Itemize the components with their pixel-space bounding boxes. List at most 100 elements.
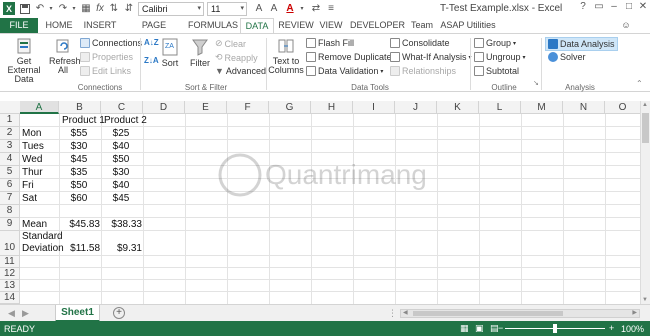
- sort-az-button[interactable]: A↓Z: [144, 38, 159, 47]
- undo-icon[interactable]: ↶: [34, 2, 46, 15]
- sheet-next-icon[interactable]: ▶: [22, 308, 29, 319]
- scroll-up-icon[interactable]: ▲: [642, 102, 648, 108]
- column-header-j[interactable]: J: [395, 101, 437, 114]
- help-icon[interactable]: ?: [576, 1, 590, 15]
- cell-c10[interactable]: $9.31: [101, 243, 142, 254]
- minimize-icon[interactable]: –: [607, 1, 621, 15]
- vertical-scroll-thumb[interactable]: [642, 113, 649, 143]
- redo-dropdown-icon[interactable]: ▾: [70, 2, 78, 15]
- column-header-i[interactable]: I: [353, 101, 395, 114]
- column-header-m[interactable]: M: [521, 101, 563, 114]
- tab-team[interactable]: Team: [408, 18, 436, 33]
- row-header[interactable]: 7: [0, 192, 20, 205]
- properties-button[interactable]: Properties: [80, 52, 133, 62]
- sort-button[interactable]: ZA Sort: [159, 37, 181, 68]
- tab-insert[interactable]: INSERT: [80, 18, 120, 33]
- column-header-k[interactable]: K: [437, 101, 479, 114]
- maximize-icon[interactable]: □: [622, 1, 636, 15]
- cell-c5[interactable]: $30: [101, 167, 141, 178]
- what-if-analysis-button[interactable]: What-If Analysis▾: [390, 52, 472, 62]
- solver-button[interactable]: Solver: [548, 52, 586, 62]
- scroll-right-icon[interactable]: ▶: [632, 309, 637, 316]
- tab-asap-utilities[interactable]: ASAP Utilities: [440, 18, 496, 33]
- row-header[interactable]: 1: [0, 114, 20, 127]
- cell-c2[interactable]: $25: [101, 128, 141, 139]
- flash-fill-button[interactable]: Flash Fill: [306, 38, 354, 48]
- grow-font-icon[interactable]: A: [253, 2, 265, 15]
- column-header-g[interactable]: G: [269, 101, 311, 114]
- cell-b4[interactable]: $45: [59, 154, 99, 165]
- row-header[interactable]: 10: [0, 231, 20, 256]
- cell-a5[interactable]: Thur: [22, 167, 43, 178]
- row-header[interactable]: 8: [0, 205, 20, 218]
- font-color-dropdown-icon[interactable]: ▾: [298, 2, 306, 15]
- column-header-c[interactable]: C: [101, 101, 143, 114]
- relationships-button[interactable]: Relationships: [390, 66, 456, 76]
- zoom-level[interactable]: 100%: [621, 324, 644, 334]
- column-header-n[interactable]: N: [563, 101, 605, 114]
- row-header[interactable]: 2: [0, 127, 20, 140]
- cell-a6[interactable]: Fri: [22, 180, 34, 191]
- cell-b7[interactable]: $60: [59, 193, 99, 204]
- page-layout-view-icon[interactable]: ▣: [475, 323, 484, 334]
- row-header[interactable]: 12: [0, 268, 20, 280]
- cell-a10[interactable]: Standard Deviation: [22, 231, 64, 255]
- add-sheet-icon[interactable]: +: [113, 307, 125, 319]
- shrink-font-icon[interactable]: A: [268, 2, 280, 15]
- column-header-d[interactable]: D: [143, 101, 185, 114]
- cell-c6[interactable]: $40: [101, 180, 141, 191]
- tab-review[interactable]: REVIEW: [278, 18, 314, 33]
- cell-b1[interactable]: Product 1: [62, 115, 105, 126]
- cell-b9[interactable]: $45.83: [59, 219, 100, 230]
- group-button[interactable]: Group ▾: [474, 38, 516, 48]
- undo-dropdown-icon[interactable]: ▾: [47, 2, 55, 15]
- tab-split-icon[interactable]: ⋮: [388, 308, 397, 319]
- column-header-e[interactable]: E: [185, 101, 227, 114]
- tab-home[interactable]: HOME: [42, 18, 76, 33]
- cell-c1[interactable]: Product 2: [104, 115, 147, 126]
- font-size-combo[interactable]: 11 ▾: [207, 2, 247, 16]
- cell-b2[interactable]: $55: [59, 128, 99, 139]
- zoom-slider-thumb[interactable]: [553, 324, 557, 333]
- font-color-icon[interactable]: A: [284, 2, 296, 15]
- cell-b6[interactable]: $50: [59, 180, 99, 191]
- tab-data[interactable]: DATA: [240, 18, 274, 33]
- row-header[interactable]: 14: [0, 292, 20, 304]
- tab-file[interactable]: FILE: [0, 18, 38, 33]
- cell-b3[interactable]: $30: [59, 141, 99, 152]
- get-external-data-button[interactable]: Get External Data: [2, 37, 46, 84]
- cell-b10[interactable]: $11.58: [59, 243, 100, 254]
- cell-a4[interactable]: Wed: [22, 154, 42, 165]
- text-to-columns-button[interactable]: Text to Columns: [268, 37, 304, 75]
- row-header[interactable]: 11: [0, 256, 20, 268]
- sort-za-button[interactable]: Z↓A: [144, 56, 159, 65]
- advanced-button[interactable]: ▼ Advanced: [215, 66, 266, 76]
- clear-button[interactable]: ⊘ Clear: [215, 38, 246, 49]
- vertical-scrollbar[interactable]: ▲ ▼: [640, 101, 650, 304]
- font-name-combo[interactable]: Calibri ▾: [138, 2, 204, 16]
- zoom-out-icon[interactable]: −: [498, 323, 503, 333]
- data-validation-button[interactable]: Data Validation ▾: [306, 66, 383, 76]
- column-header-f[interactable]: F: [227, 101, 269, 114]
- close-icon[interactable]: ✕: [636, 1, 650, 15]
- cell-a9[interactable]: Mean: [22, 219, 47, 230]
- column-header-l[interactable]: L: [479, 101, 521, 114]
- data-analysis-button[interactable]: Data Analysis: [545, 37, 618, 51]
- scroll-left-icon[interactable]: ◀: [403, 309, 408, 316]
- refresh-all-button[interactable]: Refresh All: [48, 37, 81, 75]
- normal-view-icon[interactable]: ▦: [460, 323, 469, 334]
- collapse-ribbon-icon[interactable]: ⌃: [636, 79, 643, 88]
- subtotal-button[interactable]: Subtotal: [474, 66, 519, 76]
- row-header[interactable]: 9: [0, 218, 20, 231]
- scroll-down-icon[interactable]: ▼: [642, 297, 648, 303]
- qat-customize-icon[interactable]: ⇄: [310, 2, 322, 15]
- column-header-a[interactable]: A: [20, 101, 59, 114]
- ungroup-button[interactable]: Ungroup ▾: [474, 52, 526, 62]
- column-header-o[interactable]: O: [605, 101, 640, 114]
- sort-icon[interactable]: ⇅: [108, 2, 120, 15]
- tab-view[interactable]: VIEW: [318, 18, 344, 33]
- row-header[interactable]: 5: [0, 166, 20, 179]
- tab-developer[interactable]: DEVELOPER: [350, 18, 405, 33]
- redo-icon[interactable]: ↷: [57, 2, 69, 15]
- save-icon[interactable]: [19, 2, 31, 15]
